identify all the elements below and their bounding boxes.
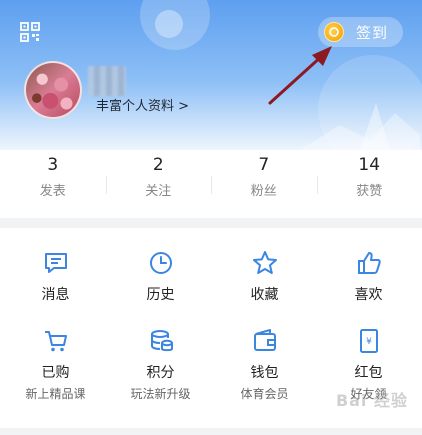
annotation-arrow: [268, 46, 332, 105]
menu-favorites[interactable]: 收藏: [212, 250, 317, 304]
coins-icon: [150, 330, 173, 352]
menu-history[interactable]: 历史: [108, 250, 213, 304]
menu-sublabel: 新上精品课: [25, 387, 86, 401]
stat-following[interactable]: 2 关注: [105, 150, 212, 218]
menu-label: 已购: [41, 365, 70, 381]
red-envelope-icon: ¥: [359, 329, 378, 353]
stat-value: 14: [358, 155, 381, 175]
clock-icon: [149, 252, 172, 274]
stat-value: 7: [258, 155, 270, 175]
message-icon: [44, 253, 67, 273]
menu-label: 红包: [354, 365, 383, 381]
feature-grid: 消息 历史 收藏 喜欢 已购 新上精品课 积分 玩法新升级 钱包 体育会员 ¥ …: [0, 228, 422, 428]
menu-label: 消息: [41, 287, 70, 303]
stat-label: 获赞: [356, 184, 383, 199]
menu-purchased[interactable]: 已购 新上精品课: [3, 328, 108, 402]
stat-value: 2: [152, 155, 164, 175]
thumbs-up-icon: [357, 252, 381, 274]
menu-label: 收藏: [250, 287, 279, 303]
stat-likes-received[interactable]: 14 获赞: [316, 150, 422, 218]
menu-label: 钱包: [250, 365, 279, 381]
stat-value: 3: [47, 155, 59, 175]
menu-wallet[interactable]: 钱包 体育会员: [212, 328, 317, 402]
menu-label: 历史: [146, 287, 175, 303]
stat-label: 关注: [145, 184, 172, 199]
menu-points[interactable]: 积分 玩法新升级: [108, 328, 213, 402]
menu-sublabel: 体育会员: [240, 387, 289, 401]
stats-bar: 3 发表 2 关注 7 粉丝 14 获赞: [0, 150, 422, 218]
stat-posts[interactable]: 3 发表: [0, 150, 106, 218]
stat-label: 粉丝: [250, 184, 277, 199]
menu-sublabel: 玩法新升级: [130, 387, 191, 401]
menu-red-envelope[interactable]: ¥ 红包 好友领: [316, 328, 421, 402]
star-icon: [252, 251, 277, 274]
menu-messages[interactable]: 消息: [3, 250, 108, 304]
menu-label: 积分: [146, 365, 175, 381]
cart-icon: [44, 331, 67, 352]
stat-followers[interactable]: 7 粉丝: [211, 150, 317, 218]
svg-text:¥: ¥: [366, 337, 372, 347]
stat-label: 发表: [39, 184, 66, 199]
menu-label: 喜欢: [354, 287, 383, 303]
menu-sublabel: 好友领: [350, 387, 387, 401]
menu-likes[interactable]: 喜欢: [316, 250, 421, 304]
wallet-icon: [253, 329, 276, 351]
